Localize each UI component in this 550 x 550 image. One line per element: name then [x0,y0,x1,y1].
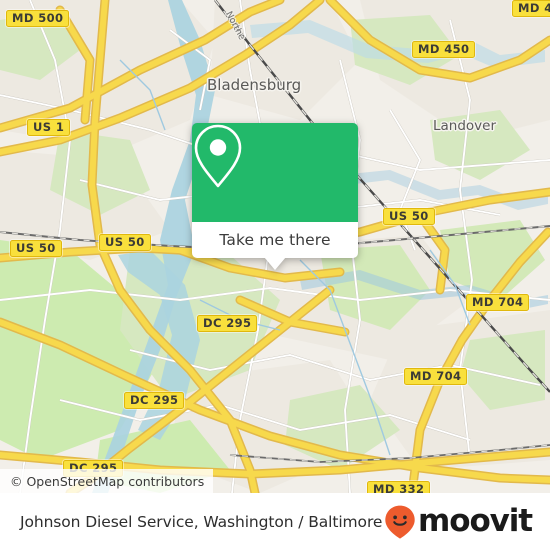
popup-pin-wrapper [192,123,358,222]
moovit-map-screenshot: Bladensburg Landover Northe MD 500 MD 4 … [0,0,550,550]
map-place-label: Landover [433,118,497,134]
highway-shield-md-450: MD 450 [412,41,476,59]
popup-tail [264,257,286,270]
highway-shield-md-704: MD 704 [404,368,468,386]
moovit-wordmark: moovit [418,503,533,539]
take-me-there-label: Take me there [219,231,331,249]
highway-shield-us-50: US 50 [10,240,62,258]
attribution-text: © OpenStreetMap contributors [10,473,205,489]
highway-shield-us-50: US 50 [383,208,435,226]
highway-shield-md-500: MD 500 [6,10,70,28]
highway-shield-md-704: MD 704 [466,294,530,312]
highway-shield-us-1: US 1 [27,119,71,137]
footer-bar: Johnson Diesel Service, Washington / Bal… [0,493,550,550]
map-place-label: Bladensburg [207,76,302,94]
map-pin-icon [194,124,242,188]
page-title: Johnson Diesel Service, Washington / Bal… [20,512,383,531]
popup-action-bar[interactable]: Take me there [192,222,358,258]
map-canvas[interactable]: Bladensburg Landover Northe MD 500 MD 4 … [0,0,550,493]
moovit-smiley-pin-icon [385,505,415,539]
highway-shield-md-4: MD 4 [512,0,550,18]
map-attribution[interactable]: © OpenStreetMap contributors [0,469,214,493]
take-me-there-popup[interactable]: Take me there [192,123,358,270]
highway-shield-dc-295: DC 295 [124,392,185,410]
moovit-logo[interactable]: moovit [383,503,533,540]
highway-shield-md-332: MD 332 [367,481,431,493]
highway-shield-us-50: US 50 [99,234,151,252]
highway-shield-dc-295: DC 295 [197,315,258,333]
